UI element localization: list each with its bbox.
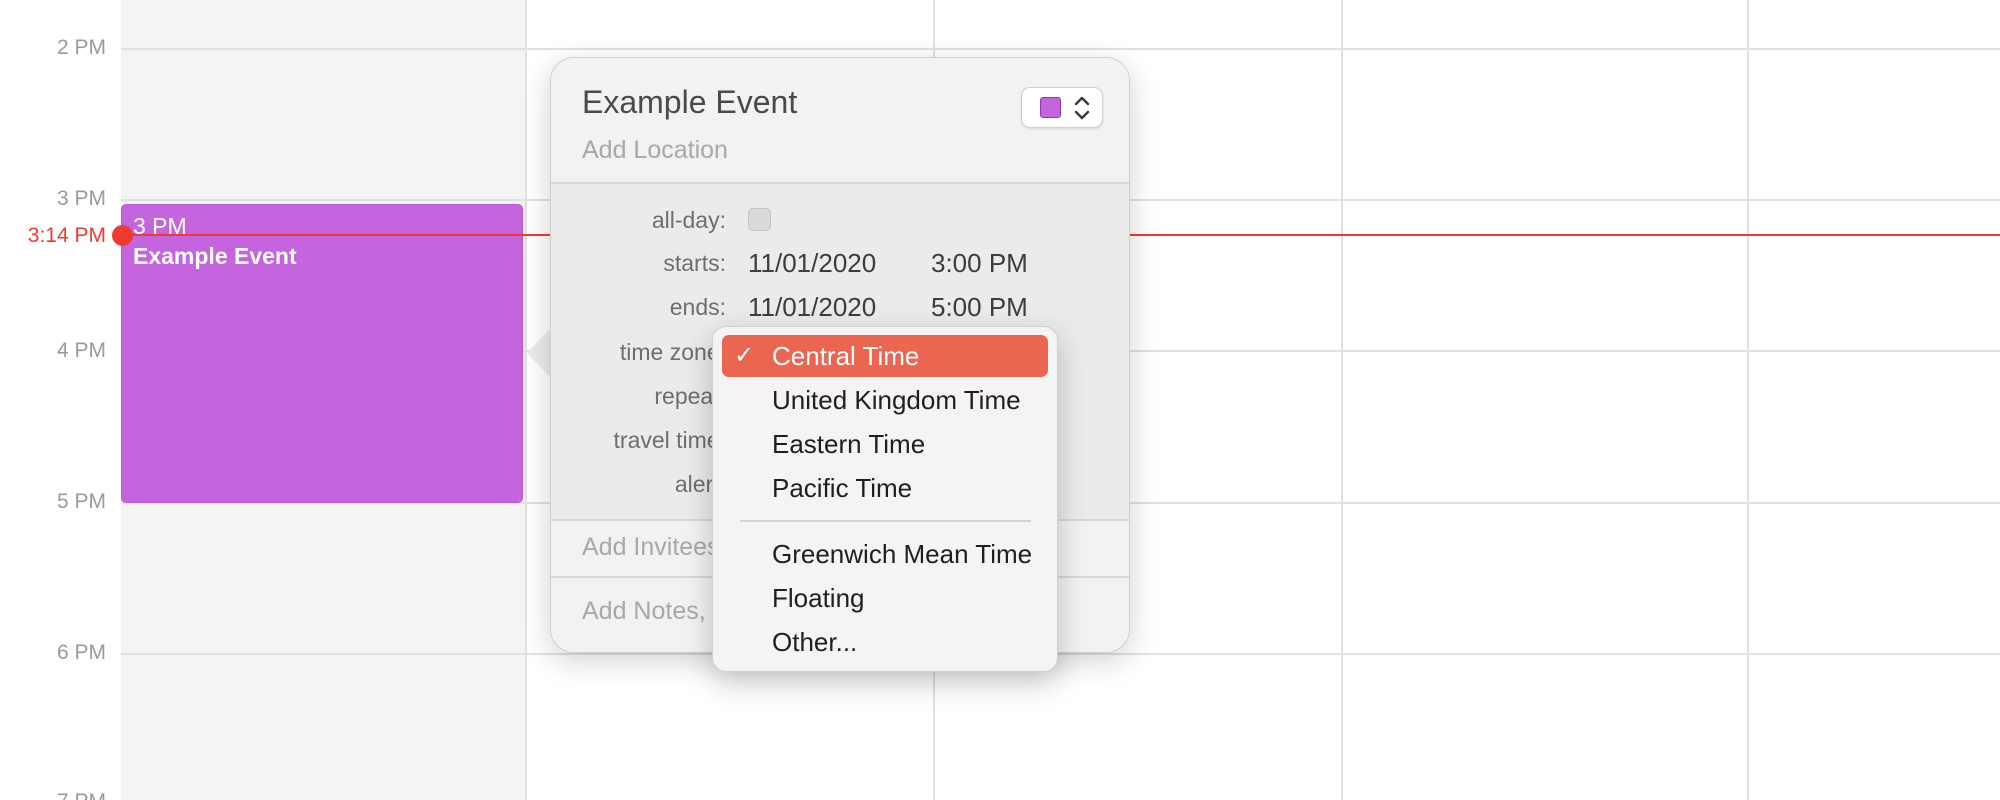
hour-label-6pm: 6 PM	[56, 641, 106, 664]
hour-label-5pm: 5 PM	[56, 490, 106, 513]
hour-label-7pm: 7 PM	[0, 790, 106, 800]
menu-item-label: United Kingdom Time	[772, 385, 1021, 415]
all-day-label: all-day:	[651, 207, 726, 233]
menu-item-eastern-time[interactable]: Eastern Time	[722, 423, 1048, 465]
add-invitees-field[interactable]: Add Invitees	[582, 533, 720, 562]
calendar-color-picker[interactable]	[1021, 87, 1103, 128]
alert-label: alert:	[674, 471, 726, 497]
ends-label: ends:	[669, 294, 726, 320]
starts-label: starts:	[663, 250, 726, 276]
ends-time[interactable]: 5:00 PM	[931, 292, 1028, 323]
travel-time-label: travel time:	[613, 427, 726, 453]
menu-separator	[740, 520, 1031, 522]
current-time-dot	[112, 225, 133, 246]
menu-item-greenwich-mean-time[interactable]: Greenwich Mean Time	[722, 533, 1048, 575]
time-zone-label: time zone:	[619, 339, 726, 365]
menu-item-label: Greenwich Mean Time	[772, 539, 1033, 569]
menu-item-united-kingdom-time[interactable]: United Kingdom Time	[722, 379, 1048, 421]
chevron-up-down-icon	[1074, 96, 1090, 120]
menu-item-label: Pacific Time	[772, 473, 913, 503]
menu-item-central-time[interactable]: ✓ Central Time	[722, 335, 1048, 377]
menu-item-label: Eastern Time	[772, 429, 926, 459]
menu-item-label: Other...	[772, 627, 858, 657]
menu-item-pacific-time[interactable]: Pacific Time	[722, 467, 1048, 509]
event-title-field[interactable]: Example Event	[582, 84, 797, 121]
starts-date[interactable]: 11/01/2020	[748, 248, 876, 279]
day-separator	[525, 0, 527, 800]
hour-line	[121, 48, 2000, 50]
menu-item-floating[interactable]: Floating	[722, 577, 1048, 619]
popover-header: Example Event Add Location	[551, 58, 1129, 184]
menu-item-label: Floating	[772, 583, 865, 613]
time-gutter	[0, 0, 121, 800]
event-title: Example Event	[133, 243, 297, 269]
current-time-label: 3:14 PM	[27, 224, 106, 247]
day-separator	[1341, 0, 1343, 800]
hour-label-4pm: 4 PM	[56, 339, 106, 362]
checkmark-icon: ✓	[734, 342, 755, 369]
repeat-label: repeat:	[654, 383, 726, 409]
time-zone-menu: ✓ Central Time United Kingdom Time Easte…	[712, 326, 1058, 672]
hour-line	[121, 653, 2000, 655]
menu-item-label: Central Time	[772, 341, 920, 371]
day-separator	[1747, 0, 1749, 800]
hour-label-2pm: 2 PM	[56, 36, 106, 59]
ends-date[interactable]: 11/01/2020	[748, 292, 876, 323]
starts-time[interactable]: 3:00 PM	[931, 248, 1028, 279]
all-day-checkbox[interactable]	[748, 208, 771, 231]
calendar-color-swatch	[1040, 97, 1061, 118]
hour-label-3pm: 3 PM	[56, 187, 106, 210]
location-field[interactable]: Add Location	[582, 136, 728, 165]
menu-item-other[interactable]: Other...	[722, 621, 1048, 663]
